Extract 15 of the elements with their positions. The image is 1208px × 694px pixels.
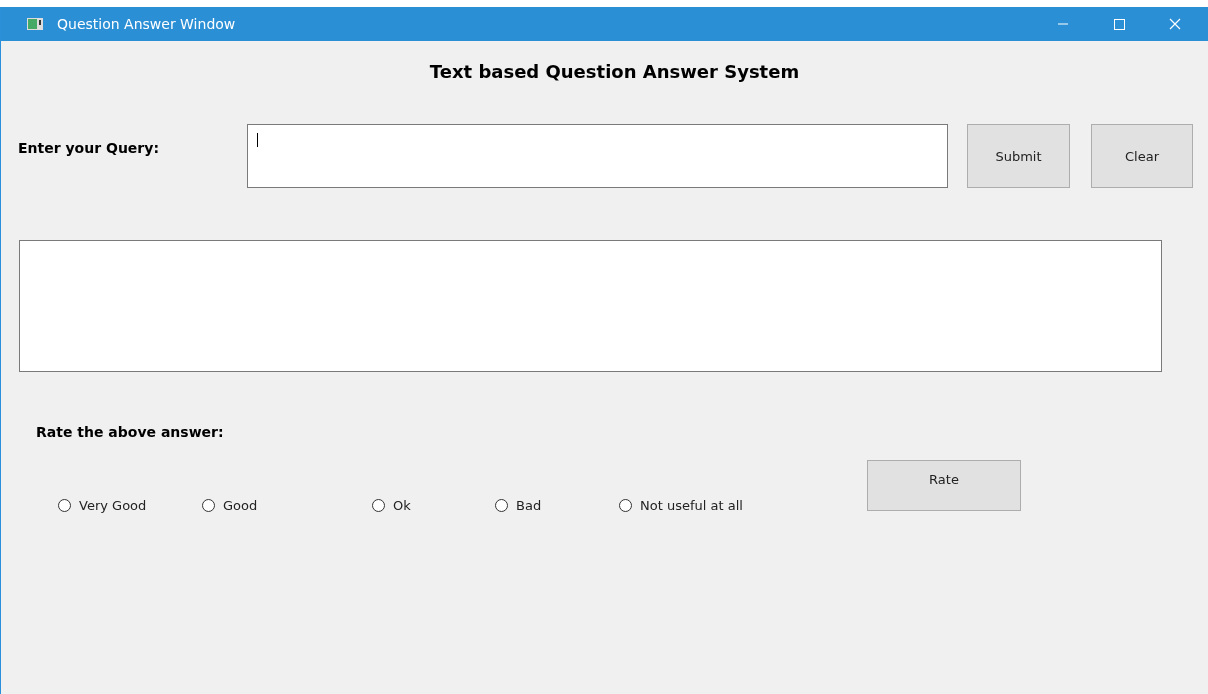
rating-option[interactable]: Very Good — [58, 498, 202, 513]
rating-option[interactable]: Good — [202, 498, 372, 513]
rate-button[interactable]: Rate — [867, 460, 1021, 511]
query-label: Enter your Query: — [18, 140, 160, 156]
rating-option[interactable]: Bad — [495, 498, 619, 513]
rating-option[interactable]: Ok — [372, 498, 495, 513]
query-input-field[interactable] — [247, 123, 948, 188]
rating-option[interactable]: Not useful at all — [619, 498, 867, 513]
clear-button[interactable]: Clear — [1091, 124, 1193, 188]
window-title: Question Answer Window — [57, 16, 236, 32]
submit-button[interactable]: Submit — [967, 124, 1070, 188]
answer-text-area[interactable] — [19, 240, 1162, 372]
app-icon — [27, 18, 43, 30]
rating-label: Rate the above answer: — [36, 424, 225, 440]
app-heading: Text based Question Answer System — [428, 61, 801, 82]
